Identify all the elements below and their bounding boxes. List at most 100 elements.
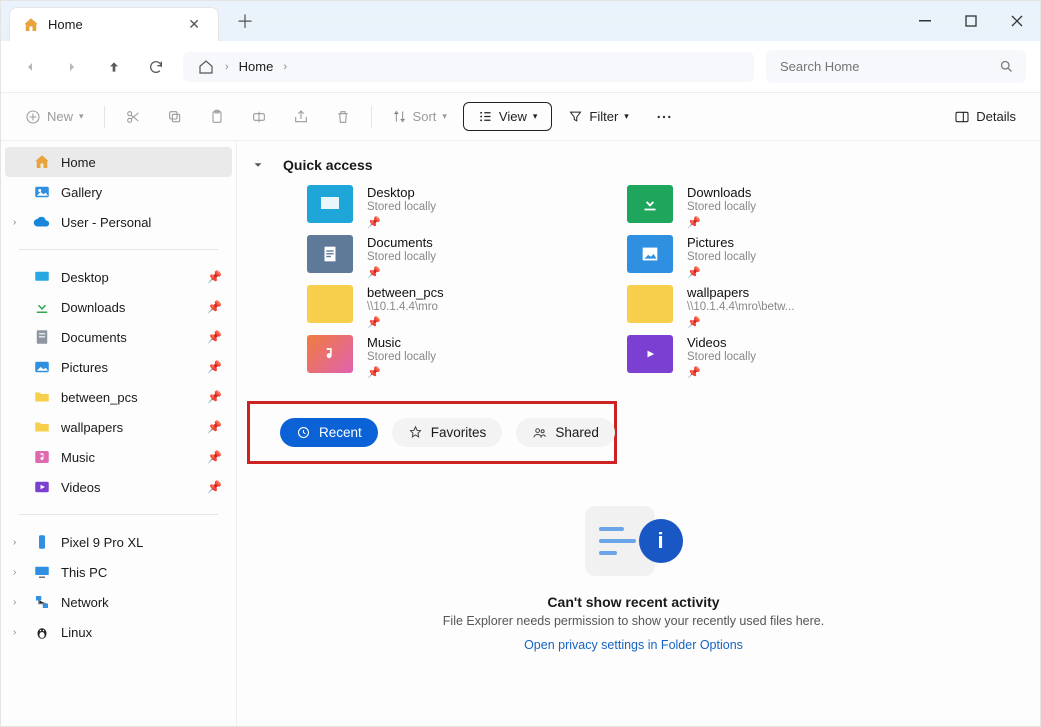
list-icon [478,109,493,124]
view-button[interactable]: View ▾ [463,102,552,131]
sort-icon [392,109,407,124]
new-button[interactable]: New ▾ [15,103,94,131]
breadcrumb[interactable]: › Home › [183,52,754,82]
breadcrumb-home[interactable]: Home [239,59,274,74]
chevron-right-icon[interactable]: › [13,597,16,608]
sidebar-item-pixel[interactable]: › Pixel 9 Pro XL [5,527,232,557]
tab-title: Home [48,17,83,32]
chevron-right-icon[interactable]: › [13,627,16,638]
pin-icon: 📌 [687,216,756,229]
quick-item-betweenpcs[interactable]: between_pcs\\10.1.4.4\mro 📌 [307,285,587,329]
delete-button[interactable] [325,103,361,131]
sidebar-item-onedrive[interactable]: › User - Personal [5,207,232,237]
tab-label: Shared [555,425,599,440]
pin-icon: 📌 [367,316,444,329]
section-quick-access[interactable]: Quick access [245,151,1022,185]
sidebar-item-documents[interactable]: Documents📌 [5,322,232,352]
desktop-icon [33,268,51,286]
sidebar-item-label: Videos [61,480,101,495]
refresh-button[interactable] [141,52,171,82]
search-box[interactable] [766,50,1026,83]
clipboard-icon [209,109,225,125]
view-label: View [499,109,527,124]
new-tab-button[interactable]: ＋ [229,5,261,37]
minimize-button[interactable] [902,1,948,41]
music-icon [33,448,51,466]
separator [371,106,372,128]
sidebar-item-label: Downloads [61,300,125,315]
tab-label: Recent [319,425,362,440]
close-tab-button[interactable]: ✕ [182,14,206,35]
sidebar-item-label: Linux [61,625,92,640]
sidebar-item-network[interactable]: ›Network [5,587,232,617]
quick-item-pictures[interactable]: PicturesStored locally📌 [627,235,907,279]
download-icon [639,193,661,215]
ellipsis-icon [655,108,673,126]
chevron-right-icon[interactable]: › [13,217,16,228]
sidebar-item-label: Home [61,155,96,170]
quick-access-grid: DesktopStored locally📌 DownloadsStored l… [307,185,1022,379]
main-area: Home Gallery › User - Personal Desktop📌 … [1,141,1040,726]
filter-button[interactable]: Filter ▾ [558,103,638,130]
close-window-button[interactable] [994,1,1040,41]
network-icon [33,593,51,611]
quick-item-music[interactable]: MusicStored locally 📌 [307,335,587,379]
chevron-right-icon[interactable]: › [13,537,16,548]
home-icon [33,153,51,171]
item-name: Pictures [687,235,756,250]
sidebar-item-videos[interactable]: Videos📌 [5,472,232,502]
sidebar-item-wallpapers[interactable]: wallpapers📌 [5,412,232,442]
quick-item-documents[interactable]: DocumentsStored locally📌 [307,235,587,279]
details-pane-button[interactable]: Details [944,103,1026,131]
rename-button[interactable] [241,103,277,131]
cut-button[interactable] [115,103,151,131]
document-icon [319,243,341,265]
sidebar-item-home[interactable]: Home [5,147,232,177]
tab-shared[interactable]: Shared [516,418,615,447]
window-tab[interactable]: Home ✕ [9,7,219,41]
tab-favorites[interactable]: Favorites [392,418,503,447]
sidebar-item-gallery[interactable]: Gallery [5,177,232,207]
copy-button[interactable] [157,103,193,131]
sidebar-item-downloads[interactable]: Downloads📌 [5,292,232,322]
sidebar-item-desktop[interactable]: Desktop📌 [5,262,232,292]
pin-icon: 📌 [687,366,756,379]
folder-icon [33,388,51,406]
quick-item-desktop[interactable]: DesktopStored locally📌 [307,185,587,229]
file-explorer-window: Home ✕ ＋ › Home › New ▾ [0,0,1041,727]
item-name: Documents [367,235,436,250]
quick-item-videos[interactable]: VideosStored locally📌 [627,335,907,379]
home-icon [197,58,215,76]
window-controls [902,1,1040,41]
forward-button[interactable] [57,52,87,82]
sidebar-item-betweenpcs[interactable]: between_pcs📌 [5,382,232,412]
sidebar-item-pictures[interactable]: Pictures📌 [5,352,232,382]
sidebar-item-linux[interactable]: › Linux [5,617,232,647]
maximize-button[interactable] [948,1,994,41]
sidebar-item-label: Desktop [61,270,109,285]
sidebar-item-music[interactable]: Music📌 [5,442,232,472]
item-sub: Stored locally [367,351,436,363]
item-name: between_pcs [367,285,444,300]
pin-icon: 📌 [367,366,436,379]
sidebar-item-label: Pixel 9 Pro XL [61,535,143,550]
tab-recent[interactable]: Recent [280,418,378,447]
chevron-right-icon[interactable]: › [13,567,16,578]
paste-button[interactable] [199,103,235,131]
more-button[interactable] [645,102,683,132]
search-input[interactable] [778,58,991,75]
item-name: Music [367,335,436,350]
item-sub: \\10.1.4.4\mro\betw... [687,301,794,313]
quick-item-downloads[interactable]: DownloadsStored locally📌 [627,185,907,229]
back-button[interactable] [15,52,45,82]
up-button[interactable] [99,52,129,82]
chevron-right-icon: › [283,61,287,73]
sort-button[interactable]: Sort ▾ [382,103,457,130]
item-sub: Stored locally [367,201,436,213]
item-sub: \\10.1.4.4\mro [367,301,444,313]
sidebar-item-thispc[interactable]: ›This PC [5,557,232,587]
quick-item-wallpapers[interactable]: wallpapers\\10.1.4.4\mro\betw...📌 [627,285,907,329]
share-button[interactable] [283,103,319,131]
folder-icon [33,418,51,436]
privacy-settings-link[interactable]: Open privacy settings in Folder Options [245,638,1022,652]
